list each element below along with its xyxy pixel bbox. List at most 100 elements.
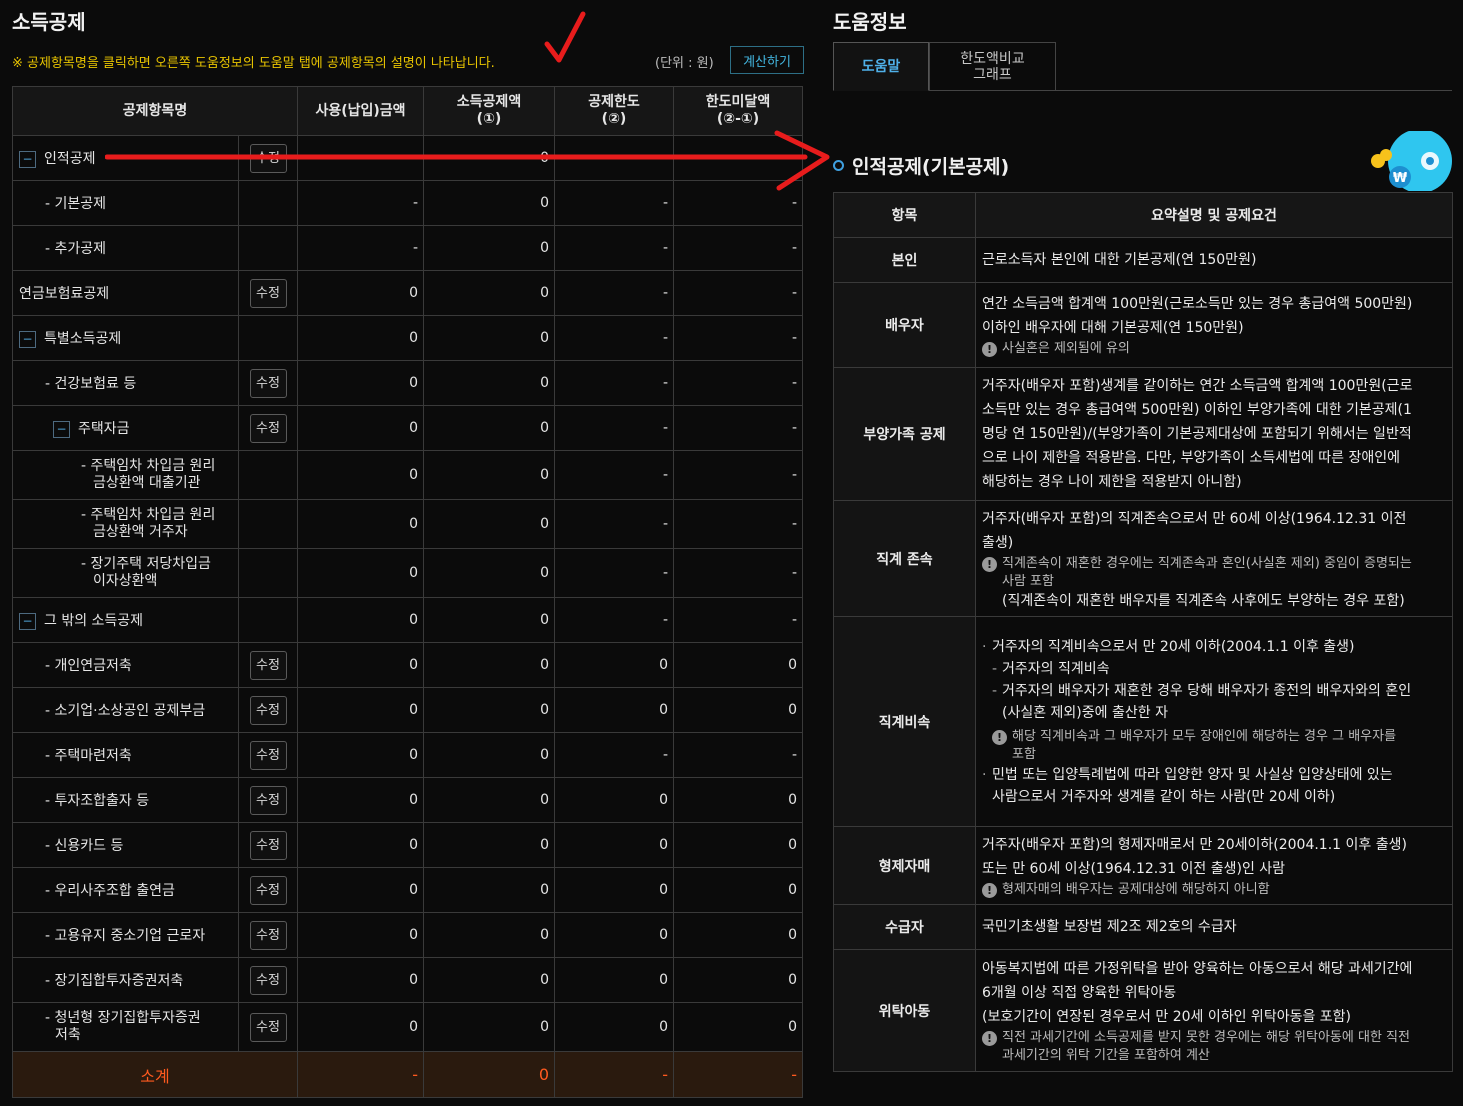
row-name[interactable]: - 고용유지 중소기업 근로자 [12, 912, 239, 958]
limit-cell: - [554, 499, 674, 549]
row-name[interactable]: - 건강보험료 등 [12, 360, 239, 406]
edit-button[interactable]: 수정 [249, 920, 287, 950]
checkmark-annotation-icon [544, 11, 586, 63]
help-row-ascendant: 직계 존속 거주자(배우자 포함)의 직계존속으로서 만 60세 이상(1964… [833, 500, 1453, 617]
edit-button[interactable]: 수정 [249, 1012, 287, 1042]
table-row: - 고용유지 중소기업 근로자 수정 0 0 0 0 [12, 912, 803, 958]
paid-cell: 0 [297, 912, 424, 958]
paid-cell: 0 [297, 642, 424, 688]
help-col-item: 항목 [833, 192, 976, 238]
limit-cell: - [554, 405, 674, 451]
paid-cell: 0 [297, 1002, 424, 1052]
table-row: - 우리사주조합 출연금 수정 0 0 0 0 [12, 867, 803, 913]
shortfall-cell: - [673, 225, 803, 271]
shortfall-cell: - [673, 315, 803, 361]
table-row: - 신용카드 등 수정 0 0 0 0 [12, 822, 803, 868]
subtotal-paid: - [297, 1051, 424, 1098]
note: ! 직전 과세기간에 소득공제를 받지 못한 경우에는 해당 위탁아동에 대한 직… [982, 1029, 1446, 1065]
shortfall-cell: 0 [673, 957, 803, 1003]
edit-button[interactable]: 수정 [249, 740, 287, 770]
amount-cell: 0 [423, 687, 555, 733]
table-row: - 추가공제 - 0 - - [12, 225, 803, 271]
collapse-toggle-icon[interactable]: − [53, 420, 70, 438]
table-row: - 주택마련저축 수정 0 0 - - [12, 732, 803, 778]
row-name[interactable]: - 소기업·소상공인 공제부금 [12, 687, 239, 733]
row-name[interactable]: - 주택임차 차입금 원리 금상환액 대출기관 [12, 450, 239, 500]
amount-cell: 0 [423, 867, 555, 913]
edit-button[interactable]: 수정 [249, 830, 287, 860]
col-header-amount: 소득공제액 (①) [423, 86, 555, 136]
row-name[interactable]: - 개인연금저축 [12, 642, 239, 688]
shortfall-cell: - [673, 732, 803, 778]
paid-cell: 0 [297, 732, 424, 778]
row-name[interactable]: 연금보험료공제 [12, 270, 239, 316]
row-name[interactable]: − 그 밖의 소득공제 [12, 597, 239, 643]
warning-icon: ! [982, 342, 997, 357]
collapse-toggle-icon[interactable]: − [19, 150, 36, 168]
edit-button[interactable]: 수정 [249, 695, 287, 725]
paid-cell: 0 [297, 687, 424, 733]
tab-help[interactable]: 도움말 [833, 42, 929, 91]
edit-button[interactable]: 수정 [249, 875, 287, 905]
col-header-limit: 공제한도 (②) [554, 86, 674, 136]
edit-button[interactable]: 수정 [249, 278, 287, 308]
edit-button[interactable]: 수정 [249, 368, 287, 398]
table-row: - 주택임차 차입금 원리 금상환액 거주자 0 0 - - [12, 499, 803, 549]
collapse-toggle-icon[interactable]: − [19, 612, 36, 630]
row-name[interactable]: - 신용카드 등 [12, 822, 239, 868]
help-title: 도움정보 [833, 10, 907, 34]
paid-cell: 0 [297, 405, 424, 451]
table-row: - 개인연금저축 수정 0 0 0 0 [12, 642, 803, 688]
limit-cell: - [554, 732, 674, 778]
row-name[interactable]: - 주택마련저축 [12, 732, 239, 778]
limit-cell: 0 [554, 777, 674, 823]
row-name[interactable]: - 투자조합출자 등 [12, 777, 239, 823]
paid-cell: 0 [297, 548, 424, 598]
row-name[interactable]: - 우리사주조합 출연금 [12, 867, 239, 913]
shortfall-cell: 0 [673, 867, 803, 913]
edit-button[interactable]: 수정 [249, 413, 287, 443]
row-name[interactable]: - 장기집합투자증권저축 [12, 957, 239, 1003]
amount-cell: 0 [423, 732, 555, 778]
edit-button[interactable]: 수정 [249, 650, 287, 680]
row-name[interactable]: - 청년형 장기집합투자증권 저축 [12, 1002, 239, 1052]
amount-cell: 0 [423, 822, 555, 868]
shortfall-cell: 0 [673, 687, 803, 733]
paid-cell: 0 [297, 822, 424, 868]
help-section-heading: 인적공제(기본공제) [833, 152, 1009, 179]
shortfall-cell: - [673, 597, 803, 643]
shortfall-cell: 0 [673, 777, 803, 823]
row-name[interactable]: − 주택자금 [12, 405, 239, 451]
shortfall-cell: - [673, 270, 803, 316]
calculate-button[interactable]: 계산하기 [730, 46, 804, 74]
collapse-toggle-icon[interactable]: − [19, 330, 36, 348]
edit-button[interactable]: 수정 [249, 785, 287, 815]
row-name[interactable]: - 장기주택 저당차입금 이자상환액 [12, 548, 239, 598]
shortfall-cell: 0 [673, 912, 803, 958]
row-name[interactable]: - 추가공제 [12, 225, 239, 271]
shortfall-cell: 0 [673, 642, 803, 688]
help-row-foster: 위탁아동 아동복지법에 따른 가정위탁을 받아 양육하는 아동으로서 해당 과세… [833, 949, 1453, 1072]
section-title: 소득공제 [12, 10, 86, 34]
amount-cell: 0 [423, 360, 555, 406]
table-row: - 청년형 장기집합투자증권 저축 수정 0 0 0 0 [12, 1002, 803, 1052]
help-row-recipient: 수급자 국민기초생활 보장법 제2조 제2호의 수급자 [833, 904, 1453, 950]
amount-cell: 0 [423, 777, 555, 823]
table-row: − 주택자금 수정 0 0 - - [12, 405, 803, 451]
row-name[interactable]: − 특별소득공제 [12, 315, 239, 361]
paid-cell: 0 [297, 270, 424, 316]
circle-bullet-icon [833, 160, 844, 171]
limit-cell: 0 [554, 867, 674, 913]
subtotal-row: 소계 - 0 - - [12, 1051, 803, 1098]
limit-cell: - [554, 225, 674, 271]
edit-button[interactable]: 수정 [249, 965, 287, 995]
limit-cell: - [554, 548, 674, 598]
subtotal-limit: - [554, 1051, 674, 1098]
help-row-descendant: 직계비속 · 거주자의 직계비속으로서 만 20세 이하(2004.1.1 이후 … [833, 616, 1453, 827]
table-row: - 건강보험료 등 수정 0 0 - - [12, 360, 803, 406]
table-row: - 주택임차 차입금 원리 금상환액 대출기관 0 0 - - [12, 450, 803, 500]
row-name[interactable]: - 주택임차 차입금 원리 금상환액 거주자 [12, 499, 239, 549]
amount-cell: 0 [423, 450, 555, 500]
note: ! 해당 직계비속과 그 배우자가 모두 장애인에 해당하는 경우 그 배우자를 포… [982, 728, 1446, 764]
tab-limit-compare-graph[interactable]: 한도액비교 그래프 [929, 42, 1056, 91]
